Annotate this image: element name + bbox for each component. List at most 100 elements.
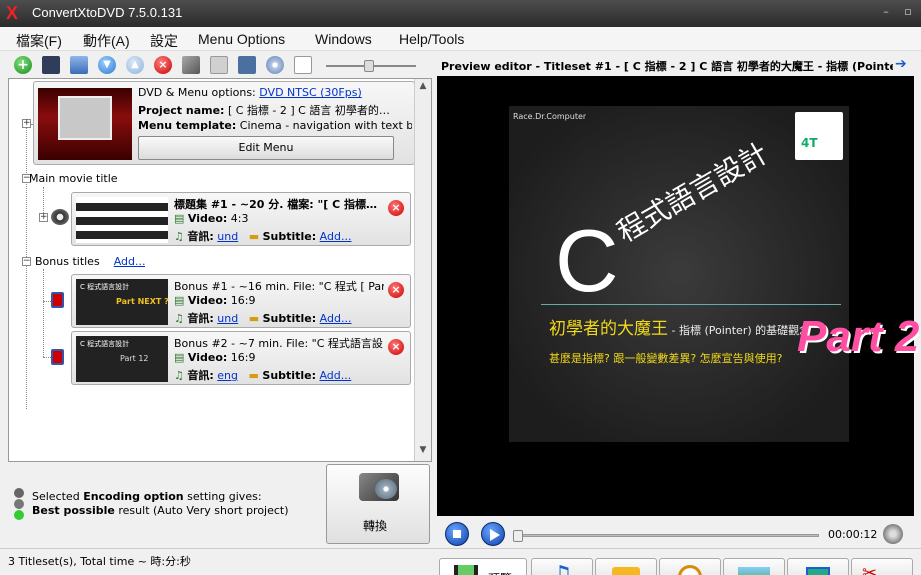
zoom-slider-knob[interactable]: [364, 60, 374, 72]
zoom-slider[interactable]: [326, 60, 416, 72]
expand-toggle[interactable]: +: [39, 213, 48, 222]
title-bar: X ConvertXtoDVD 7.5.0.131 – ▫: [0, 0, 921, 27]
window-title: ConvertXtoDVD 7.5.0.131: [32, 5, 183, 20]
preview-title: Preview editor - Titleset #1 - [ C 指標 - …: [441, 60, 893, 73]
remove-title-icon[interactable]: ×: [388, 339, 404, 355]
menu-help-tools[interactable]: Help/Tools: [399, 31, 464, 47]
tab-cut[interactable]: ✂: [851, 558, 913, 575]
tree-line: [43, 269, 44, 357]
playback-controls: 00:00:12: [437, 518, 914, 550]
maximize-icon[interactable]: ▫: [900, 4, 916, 20]
tab-resize[interactable]: [787, 558, 849, 575]
bonus-thumb-title: C 程式語言設計: [80, 283, 130, 291]
document-icon[interactable]: [294, 56, 312, 74]
channel-name: Race.Dr.Computer: [513, 112, 587, 121]
layout-icon[interactable]: [210, 56, 228, 74]
bonus-header: Bonus titles: [35, 255, 100, 268]
video-row: ▤ Video: 16:9: [174, 351, 256, 364]
main-movie-header: Main movie title: [29, 172, 118, 185]
video-preview[interactable]: Race.Dr.Computer 4T C 程式語言設計 初學者的大魔王 - 指…: [437, 76, 919, 516]
menu-file[interactable]: 檔案(F): [16, 31, 62, 51]
remove-title-icon[interactable]: ×: [388, 282, 404, 298]
subtitle-add-link[interactable]: Add...: [320, 230, 352, 243]
menu-template-value[interactable]: Cinema - navigation with text b…: [240, 119, 412, 132]
video-value: 16:9: [230, 294, 256, 307]
seek-knob[interactable]: [513, 530, 523, 542]
film-reel-icon: [51, 209, 69, 225]
dvd-options-link[interactable]: DVD NTSC (30Fps): [259, 86, 362, 99]
collapse-toggle[interactable]: −: [22, 257, 31, 266]
settings-icon[interactable]: [182, 56, 200, 74]
main-title-card[interactable]: 標題集 #1 - ~20 分. 檔案: "[ C 指標… ▤ Video: 4:…: [71, 192, 411, 246]
arrow-right-icon[interactable]: ➔: [895, 56, 907, 72]
scroll-up-icon[interactable]: ▲: [417, 81, 429, 95]
subtitle-add-link[interactable]: Add...: [319, 369, 351, 382]
audio-icon: ♫: [174, 369, 184, 382]
seek-bar[interactable]: [513, 530, 819, 542]
tab-audio[interactable]: ♫: [531, 558, 593, 575]
audio-label: 音訊:: [187, 312, 214, 325]
move-down-icon[interactable]: ▼: [98, 56, 116, 74]
menu-menu-options[interactable]: Menu Options: [198, 31, 285, 47]
bonus-title-icon: [51, 349, 64, 365]
menu-windows[interactable]: Windows: [315, 31, 372, 47]
dvd-options-card: DVD & Menu options: DVD NTSC (30Fps) Pro…: [33, 81, 415, 165]
project-name-row: Project name: [ C 指標 - 2 ] C 語言 初學者的…: [138, 102, 412, 118]
encoding-line-2: Best possible result (Auto Very short pr…: [32, 504, 289, 517]
remove-title-icon[interactable]: ×: [388, 200, 404, 216]
project-name-label: Project name:: [138, 104, 225, 117]
scroll-down-icon[interactable]: ▼: [417, 445, 429, 459]
add-icon[interactable]: +: [14, 56, 32, 74]
audio-link[interactable]: und: [217, 312, 238, 325]
edit-menu-button[interactable]: Edit Menu: [138, 136, 394, 160]
menu-template-thumbnail[interactable]: [38, 88, 132, 160]
video-label: Video:: [187, 351, 228, 364]
disc-icon[interactable]: [266, 56, 284, 74]
convert-label: 轉換: [363, 519, 388, 533]
resize-icon: [806, 567, 830, 575]
monitor-icon[interactable]: [238, 56, 256, 74]
bonus-thumbnail[interactable]: C 程式語言設計 Part 12: [76, 336, 168, 382]
bonus-thumbnail[interactable]: C 程式語言設計 Part NEXT ?: [76, 279, 169, 325]
minimize-icon[interactable]: –: [878, 4, 894, 20]
video-value: 4:3: [230, 212, 249, 225]
stop-icon[interactable]: [445, 522, 469, 546]
tab-chapters[interactable]: [659, 558, 721, 575]
video-label: Video:: [187, 294, 228, 307]
main-title-thumbnail[interactable]: [76, 197, 168, 243]
menu-action[interactable]: 動作(A): [83, 31, 130, 51]
project-name-value[interactable]: [ C 指標 - 2 ] C 語言 初學者的…: [228, 104, 390, 117]
encoding-line-1: Selected Encoding option setting gives:: [32, 490, 262, 503]
video-icon: ▤: [174, 294, 185, 307]
audio-link[interactable]: eng: [217, 369, 238, 382]
subtitle-label: Subtitle:: [262, 312, 317, 325]
subtitle-label: Subtitle:: [262, 230, 317, 243]
move-up-icon[interactable]: ▲: [126, 56, 144, 74]
subtitle-icon: ▬: [248, 369, 259, 382]
expand-toggle[interactable]: +: [22, 119, 31, 128]
play-icon[interactable]: [481, 522, 505, 546]
audio-link[interactable]: und: [217, 230, 238, 243]
picture-icon: [738, 567, 770, 575]
bonus-add-link[interactable]: Add...: [114, 255, 146, 268]
menu-template-label: Menu template:: [138, 119, 237, 132]
video-icon: ▤: [174, 351, 185, 364]
convert-button[interactable]: 轉換: [326, 464, 430, 544]
tab-picture[interactable]: [723, 558, 785, 575]
merge-icon[interactable]: [70, 56, 88, 74]
titles-scrollbar[interactable]: ▲ ▼: [414, 79, 431, 461]
bonus-title-card[interactable]: C 程式語言設計 Part NEXT ? Bonus #1 - ~16 min.…: [71, 274, 411, 328]
tab-subtitles[interactable]: [595, 558, 657, 575]
audio-row: ♫ 音訊: eng ▬ Subtitle: Add...: [174, 367, 410, 383]
remove-icon[interactable]: ×: [154, 56, 172, 74]
scissors-icon: ✂: [862, 563, 878, 575]
save-icon[interactable]: [42, 56, 60, 74]
subtitle-icon: ▬: [248, 230, 260, 243]
bonus-header-row: Bonus titles Add...: [35, 255, 145, 268]
tab-preview[interactable]: 預覽: [439, 558, 527, 575]
volume-icon[interactable]: [883, 524, 903, 544]
bonus-title-card[interactable]: C 程式語言設計 Part 12 Bonus #2 - ~7 min. File…: [71, 331, 411, 385]
menu-settings[interactable]: 設定: [150, 31, 178, 51]
subtitle-add-link[interactable]: Add...: [320, 312, 352, 325]
audio-row: ♫ 音訊: und ▬ Subtitle: Add...: [174, 310, 410, 326]
